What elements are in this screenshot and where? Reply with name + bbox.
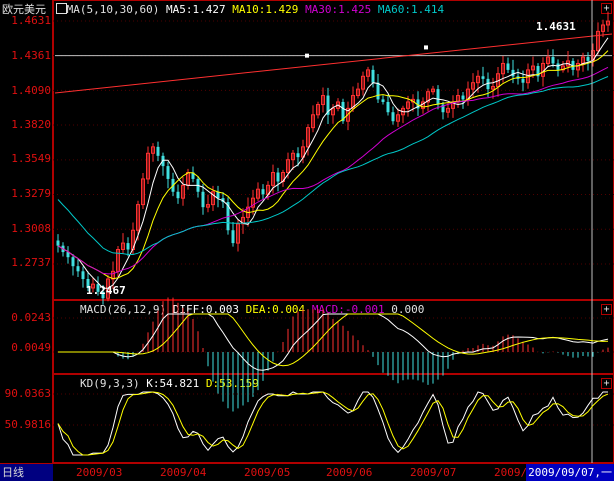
candle-body-down bbox=[481, 76, 485, 79]
low-price-label: 1.2467 bbox=[86, 284, 126, 297]
candle-body-down bbox=[156, 146, 160, 156]
candle-body-down bbox=[521, 78, 525, 83]
high-price-label: 1.4631 bbox=[536, 20, 576, 33]
candle-body-down bbox=[551, 57, 555, 64]
candle-body-down bbox=[586, 57, 590, 61]
x-tick: 2009/05 bbox=[244, 466, 291, 479]
candle-body-down bbox=[386, 101, 390, 113]
candle-body-down bbox=[556, 63, 560, 70]
candle-body-down bbox=[166, 166, 170, 179]
ma5-line bbox=[57, 37, 609, 289]
candle-body-down bbox=[436, 89, 440, 105]
cursor-date-readout: 2009/09/07,一 bbox=[526, 464, 614, 481]
candle-body-down bbox=[276, 172, 280, 182]
x-tick: 2009/06 bbox=[326, 466, 373, 479]
ma30-line bbox=[57, 66, 609, 275]
candle-body-down bbox=[376, 82, 380, 100]
candle-body-down bbox=[71, 257, 75, 267]
candle-body-down bbox=[56, 240, 60, 246]
kd-k-line bbox=[57, 391, 608, 456]
candle-body-down bbox=[231, 230, 235, 244]
candle-body-down bbox=[81, 271, 85, 280]
candle-body-down bbox=[126, 243, 130, 250]
x-tick: 2009/03 bbox=[76, 466, 123, 479]
candle-body-down bbox=[296, 153, 300, 158]
trend-anchor-marker bbox=[424, 45, 428, 50]
candle-body-down bbox=[76, 266, 80, 272]
candle-body-down bbox=[506, 63, 510, 70]
candle-body-down bbox=[201, 191, 205, 208]
candle-body-down bbox=[381, 99, 385, 102]
x-tick: 2009/07 bbox=[410, 466, 457, 479]
chart-svg bbox=[53, 0, 614, 463]
period-selector[interactable]: 日线 bbox=[0, 464, 53, 481]
candle-body-down bbox=[461, 95, 465, 100]
x-tick: 2009/ bbox=[494, 466, 528, 479]
candle-body-down bbox=[391, 112, 395, 122]
candle-body-down bbox=[261, 189, 265, 195]
candle-body-down bbox=[176, 191, 180, 199]
x-tick: 2009/04 bbox=[160, 466, 207, 479]
candle-body-down bbox=[511, 69, 515, 77]
kd-d-line bbox=[57, 391, 609, 456]
ma10-line bbox=[57, 50, 609, 280]
x-axis-bar: 日线 2009/03 2009/04 2009/05 2009/06 2009/… bbox=[0, 463, 614, 481]
candle-body-down bbox=[371, 69, 375, 83]
trend-anchor-marker bbox=[305, 53, 309, 58]
